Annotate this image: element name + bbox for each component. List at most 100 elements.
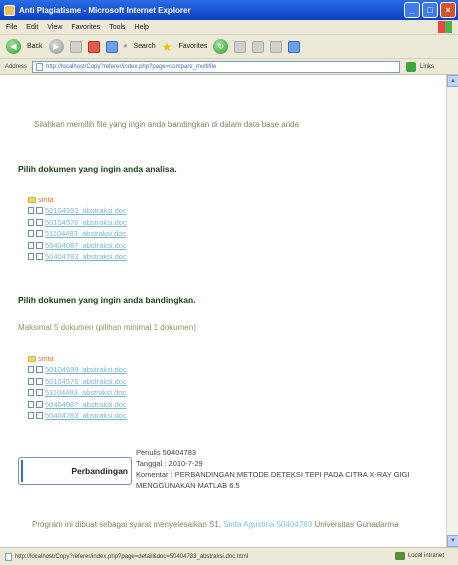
radio-button[interactable] — [36, 230, 43, 238]
compare-heading: Pilih dokumen yang ingin anda bandingkan… — [18, 295, 196, 305]
vertical-scrollbar[interactable]: ▲ ▼ — [446, 75, 458, 547]
compare-note: Maksimal 5 dokumen (pilihan minimal 1 do… — [18, 323, 196, 332]
close-button[interactable]: × — [440, 2, 456, 18]
author-link[interactable]: Sinta Agustina 50404783 — [223, 520, 312, 529]
intranet-icon — [394, 552, 405, 560]
compare-button[interactable]: Perbandingan — [18, 457, 132, 485]
document-icon — [28, 400, 34, 408]
url-text: http://localhost/Copy?referer/index.php?… — [46, 63, 217, 70]
author-text: Penulis 50404783 — [136, 448, 197, 457]
mail-icon[interactable] — [234, 40, 247, 53]
comment-text: Komentar : PERBANDINGAN METODE DETEKSI T… — [136, 470, 410, 479]
print-icon[interactable] — [252, 40, 265, 53]
forward-arrow-icon[interactable]: ▶ — [48, 39, 64, 54]
checkbox[interactable] — [36, 389, 43, 397]
checkbox[interactable] — [36, 412, 43, 420]
folder-icon — [28, 355, 36, 362]
folder-label: sinta — [38, 195, 54, 204]
file-link[interactable]: 50404087_abstraksi.doc — [45, 400, 127, 409]
file-item[interactable]: 50404783_abstraksi.doc — [28, 251, 127, 263]
file-link[interactable]: 51104483_abstraksi.doc — [45, 388, 126, 397]
compare-file-tree: sinta 50104599_abstraksi.doc 50104576_ab… — [28, 353, 127, 422]
file-item[interactable]: 50104599_abstraksi.doc — [28, 364, 127, 376]
file-item[interactable]: 50404087_abstraksi.doc — [28, 240, 127, 252]
document-icon — [28, 389, 34, 397]
document-icon — [28, 253, 34, 261]
favorites-button-label[interactable]: Favorites — [178, 43, 207, 50]
url-input[interactable]: http://localhost/Copy?referer/index.php?… — [32, 60, 401, 73]
go-arrow-icon[interactable] — [406, 61, 417, 72]
menu-tools[interactable]: Tools — [109, 24, 125, 31]
address-label: Address — [5, 63, 28, 70]
file-link[interactable]: 50404783_abstraksi.doc — [45, 252, 127, 261]
folder-label: sinta — [38, 354, 54, 363]
radio-button[interactable] — [36, 241, 43, 249]
favorites-star-icon[interactable]: ★ — [162, 41, 173, 53]
document-icon — [28, 230, 34, 238]
messenger-icon[interactable] — [288, 40, 301, 53]
security-zone: Local intranet — [394, 552, 444, 560]
refresh-icon[interactable] — [87, 40, 100, 53]
file-item[interactable]: 50404783_abstraksi.doc — [28, 410, 127, 422]
file-item[interactable]: 50404087_abstraksi.doc — [28, 399, 127, 411]
file-item[interactable]: 51104483_abstraksi.doc — [28, 228, 127, 240]
menu-help[interactable]: Help — [135, 24, 149, 31]
search-icon[interactable]: ⌕ — [124, 43, 128, 51]
file-link[interactable]: 50104599_abstraksi.doc — [45, 365, 127, 374]
file-link[interactable]: 50404783_abstraksi.doc — [45, 411, 127, 420]
maximize-button[interactable]: □ — [422, 2, 438, 18]
windows-logo-icon — [438, 21, 452, 33]
scroll-up-icon[interactable]: ▲ — [447, 75, 458, 87]
footer-prefix: Program ini dibuat sebagai syarat menyel… — [32, 520, 221, 529]
document-icon — [28, 241, 34, 249]
folder-item[interactable]: sinta — [28, 194, 127, 205]
file-link[interactable]: 51104483_abstraksi.doc — [45, 229, 126, 238]
date-text: Tanggal : 2010-7-29 — [136, 459, 203, 468]
checkbox[interactable] — [36, 366, 43, 374]
minimize-button[interactable]: _ — [404, 2, 420, 18]
home-icon[interactable] — [105, 40, 118, 53]
window-title: Anti Plagiatisme - Microsoft Internet Ex… — [19, 5, 191, 15]
file-item[interactable]: 51104483_abstraksi.doc — [28, 387, 127, 399]
back-button-label[interactable]: Back — [27, 43, 43, 50]
document-icon — [28, 412, 34, 420]
menu-view[interactable]: View — [47, 24, 62, 31]
intro-text: Silahkan memilih file yang ingin anda ba… — [34, 120, 300, 129]
radio-button[interactable] — [36, 207, 43, 215]
radio-button[interactable] — [36, 218, 43, 226]
history-icon[interactable]: ↻ — [213, 39, 229, 54]
page-icon — [36, 62, 44, 71]
footer-suffix: Universitas Gunadarma — [314, 520, 399, 529]
menu-file[interactable]: File — [6, 24, 17, 31]
file-link[interactable]: 50104576_abstraksi.doc — [45, 377, 127, 386]
checkbox[interactable] — [36, 377, 43, 385]
file-link[interactable]: 50104593_abstraksi.doc — [45, 206, 127, 215]
file-item[interactable]: 50104576_abstraksi.doc — [28, 376, 127, 388]
document-icon — [28, 218, 34, 226]
document-icon — [28, 366, 34, 374]
menu-edit[interactable]: Edit — [26, 24, 38, 31]
comment-text-cont: MENGGUNAKAN MATLAB 6.5 — [136, 481, 240, 490]
document-info: Penulis 50404783 Tanggal : 2010-7-29 Kom… — [136, 447, 410, 491]
analyze-heading: Pilih dokumen yang ingin anda analisa. — [18, 164, 177, 174]
file-item[interactable]: 50104593_abstraksi.doc — [28, 205, 127, 217]
ie-app-icon — [4, 4, 15, 16]
folder-icon — [28, 196, 36, 203]
zone-label: Local intranet — [407, 553, 444, 559]
menu-favorites[interactable]: Favorites — [71, 24, 100, 31]
radio-button[interactable] — [36, 253, 43, 261]
file-link[interactable]: 50404087_abstraksi.doc — [45, 241, 127, 250]
file-item[interactable]: 50104576_abstraksi.doc — [28, 217, 127, 229]
folder-item[interactable]: sinta — [28, 353, 127, 364]
checkbox[interactable] — [36, 400, 43, 408]
document-icon — [28, 207, 34, 215]
scroll-down-icon[interactable]: ▼ — [447, 535, 458, 547]
back-arrow-icon[interactable]: ◀ — [6, 39, 21, 54]
stop-icon[interactable] — [69, 40, 82, 53]
links-label[interactable]: Links — [420, 64, 434, 70]
edit-icon[interactable] — [270, 40, 283, 53]
file-link[interactable]: 50104576_abstraksi.doc — [45, 218, 127, 227]
menu-bar: File Edit View Favorites Tools Help — [0, 20, 458, 35]
search-button-label[interactable]: Search — [133, 43, 155, 50]
address-bar: Address http://localhost/Copy?referer/in… — [0, 59, 458, 75]
